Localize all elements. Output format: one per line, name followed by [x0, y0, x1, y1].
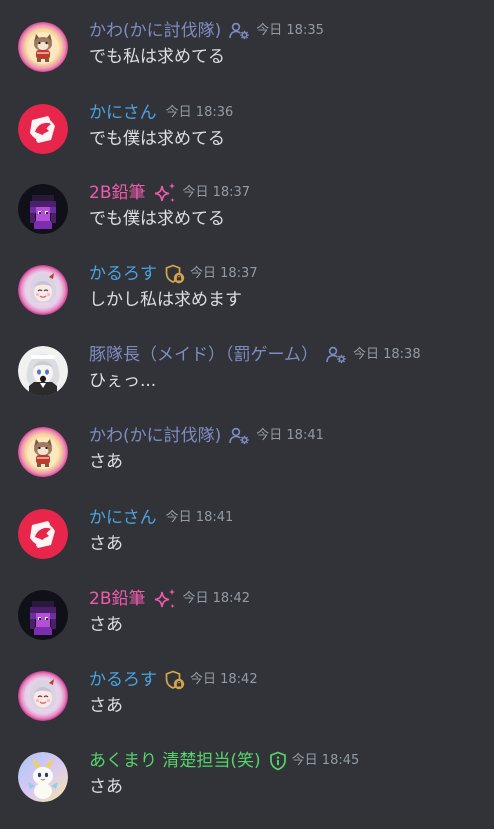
message-timestamp: 今日 18:42 [182, 591, 251, 606]
shield-lock-icon[interactable] [165, 670, 185, 690]
avatar[interactable] [18, 590, 68, 640]
message-timestamp: 今日 18:36 [165, 105, 234, 120]
message-item[interactable]: 2B鉛筆 今日 18:37 でも僕は求めてる [0, 162, 494, 243]
message-timestamp: 今日 18:35 [256, 23, 324, 38]
message-item[interactable]: 豚隊長（メイド）（罰ゲーム） 今日 18:38 ひぇっ... [0, 324, 494, 405]
avatar[interactable] [18, 265, 68, 315]
avatar[interactable] [18, 752, 68, 802]
user-gear-icon[interactable] [229, 427, 251, 445]
message-item[interactable]: かるろす 今日 18:37 しかし私は求めます [0, 243, 494, 324]
message-header: かにさん 今日 18:41 [89, 507, 233, 529]
message-item[interactable]: かるろす 今日 18:42 さあ [0, 649, 494, 730]
user-gear-icon[interactable] [229, 22, 251, 40]
author-name[interactable]: あくまり 清楚担当(笑) [89, 750, 261, 772]
message-timestamp: 今日 18:37 [190, 266, 258, 281]
shield-info-icon[interactable] [269, 751, 287, 771]
message-content: しかし私は求めます [89, 290, 242, 310]
author-name[interactable]: かるろす [89, 263, 157, 285]
message-header: かるろす 今日 18:37 [89, 263, 258, 285]
message-content: さあ [89, 615, 123, 635]
message-content: さあ [89, 696, 123, 716]
message-header: かわ(かに討伐隊) 今日 18:35 [89, 20, 324, 42]
author-name[interactable]: 2B鉛筆 [89, 182, 145, 204]
message-item[interactable]: かにさん 今日 18:41 さあ [0, 487, 494, 568]
message-item[interactable]: かわ(かに討伐隊) 今日 18:41 さあ [0, 405, 494, 486]
author-name[interactable]: かわ(かに討伐隊) [89, 425, 221, 447]
message-timestamp: 今日 18:41 [256, 428, 324, 443]
author-name[interactable]: かにさん [89, 507, 157, 529]
author-name[interactable]: かるろす [89, 669, 157, 691]
message-content: でも僕は求めてる [89, 209, 225, 229]
avatar[interactable] [18, 427, 68, 477]
message-header: 豚隊長（メイド）（罰ゲーム） 今日 18:38 [89, 344, 421, 366]
chat-message-list: かわ(かに討伐隊) 今日 18:35 でも私は求めてる かにさん 今日 18:36 でも僕… [0, 0, 494, 829]
message-content: でも私は求めてる [89, 47, 225, 67]
avatar[interactable] [18, 22, 68, 72]
avatar[interactable] [18, 671, 68, 721]
message-item[interactable]: かにさん 今日 18:36 でも僕は求めてる [0, 82, 494, 163]
avatar[interactable] [18, 104, 68, 154]
message-item[interactable]: 2B鉛筆 今日 18:42 さあ [0, 568, 494, 649]
message-content: さあ [89, 534, 123, 554]
shield-lock-icon[interactable] [165, 264, 185, 284]
message-content: さあ [89, 452, 123, 472]
avatar[interactable] [18, 509, 68, 559]
message-timestamp: 今日 18:45 [291, 753, 360, 768]
sparkle-icon[interactable] [153, 182, 177, 204]
sparkle-icon[interactable] [153, 588, 177, 610]
author-name[interactable]: 2B鉛筆 [89, 588, 145, 610]
message-item[interactable]: あくまり 清楚担当(笑) 今日 18:45 さあ [0, 730, 494, 811]
avatar[interactable] [18, 184, 68, 234]
message-header: かるろす 今日 18:42 [89, 669, 258, 691]
message-header: 2B鉛筆 今日 18:42 [89, 588, 250, 610]
user-gear-icon[interactable] [326, 346, 348, 364]
message-timestamp: 今日 18:42 [190, 672, 258, 687]
author-name[interactable]: 豚隊長（メイド）（罰ゲーム） [89, 344, 318, 366]
author-name[interactable]: かにさん [89, 102, 157, 124]
message-timestamp: 今日 18:37 [182, 185, 251, 200]
message-content: さあ [89, 777, 123, 797]
message-header: あくまり 清楚担当(笑) 今日 18:45 [89, 750, 359, 772]
message-timestamp: 今日 18:38 [353, 347, 421, 362]
message-header: かわ(かに討伐隊) 今日 18:41 [89, 425, 324, 447]
author-name[interactable]: かわ(かに討伐隊) [89, 20, 221, 42]
message-item[interactable]: かわ(かに討伐隊) 今日 18:35 でも私は求めてる [0, 0, 494, 81]
message-content: でも僕は求めてる [89, 129, 225, 149]
message-header: 2B鉛筆 今日 18:37 [89, 182, 250, 204]
message-header: かにさん 今日 18:36 [89, 102, 233, 124]
message-timestamp: 今日 18:41 [165, 510, 234, 525]
message-content: ひぇっ... [89, 371, 157, 391]
avatar[interactable] [18, 346, 68, 396]
